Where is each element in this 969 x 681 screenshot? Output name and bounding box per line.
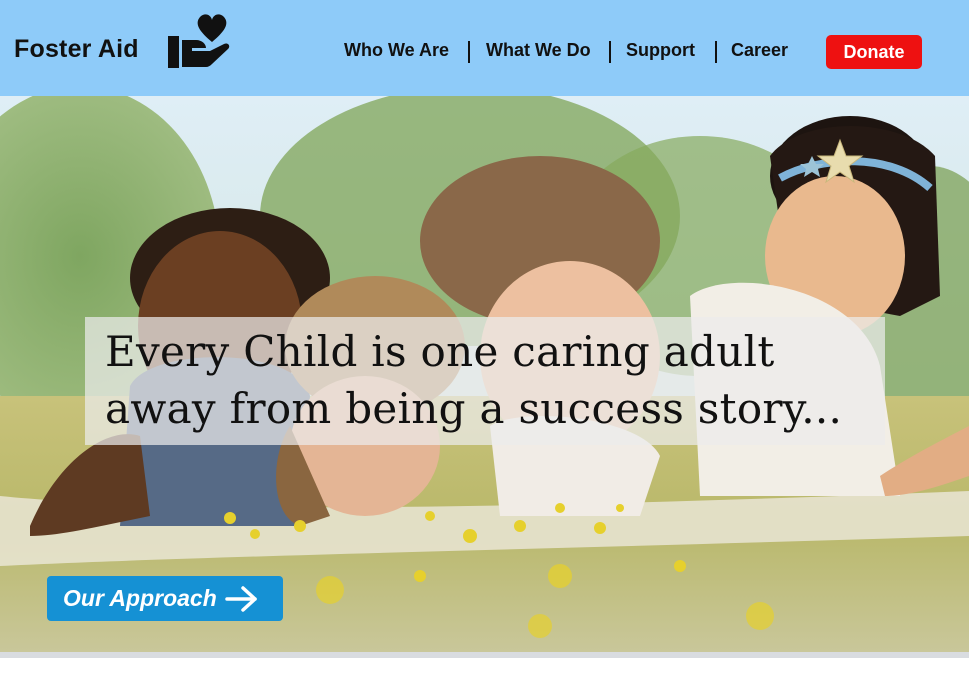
nav-career[interactable]: Career xyxy=(731,40,788,61)
nav-who-we-are[interactable]: Who We Are xyxy=(344,40,449,61)
tagline-line-1: Every Child is one caring adult xyxy=(105,327,775,376)
hero-image: Every Child is one caring adult away fro… xyxy=(0,96,969,652)
nav-divider xyxy=(609,41,611,63)
tagline-line-2: away from being a success story... xyxy=(105,384,843,433)
nav-what-we-do[interactable]: What We Do xyxy=(486,40,591,61)
site-header: Foster Aid Who We Are What We Do Support… xyxy=(0,0,969,96)
nav-divider xyxy=(715,41,717,63)
heart-hand-icon xyxy=(168,14,230,68)
hero-tagline: Every Child is one caring adult away fro… xyxy=(105,323,875,437)
donate-button[interactable]: Donate xyxy=(826,35,922,69)
nav-divider xyxy=(468,41,470,63)
tagline-panel: Every Child is one caring adult away fro… xyxy=(85,317,885,445)
page-bottom-divider xyxy=(0,652,969,658)
brand-name[interactable]: Foster Aid xyxy=(14,35,139,64)
our-approach-label: Our Approach xyxy=(63,585,217,611)
nav-support[interactable]: Support xyxy=(626,40,695,61)
arrow-right-icon xyxy=(225,585,257,612)
our-approach-button[interactable]: Our Approach xyxy=(47,576,283,621)
